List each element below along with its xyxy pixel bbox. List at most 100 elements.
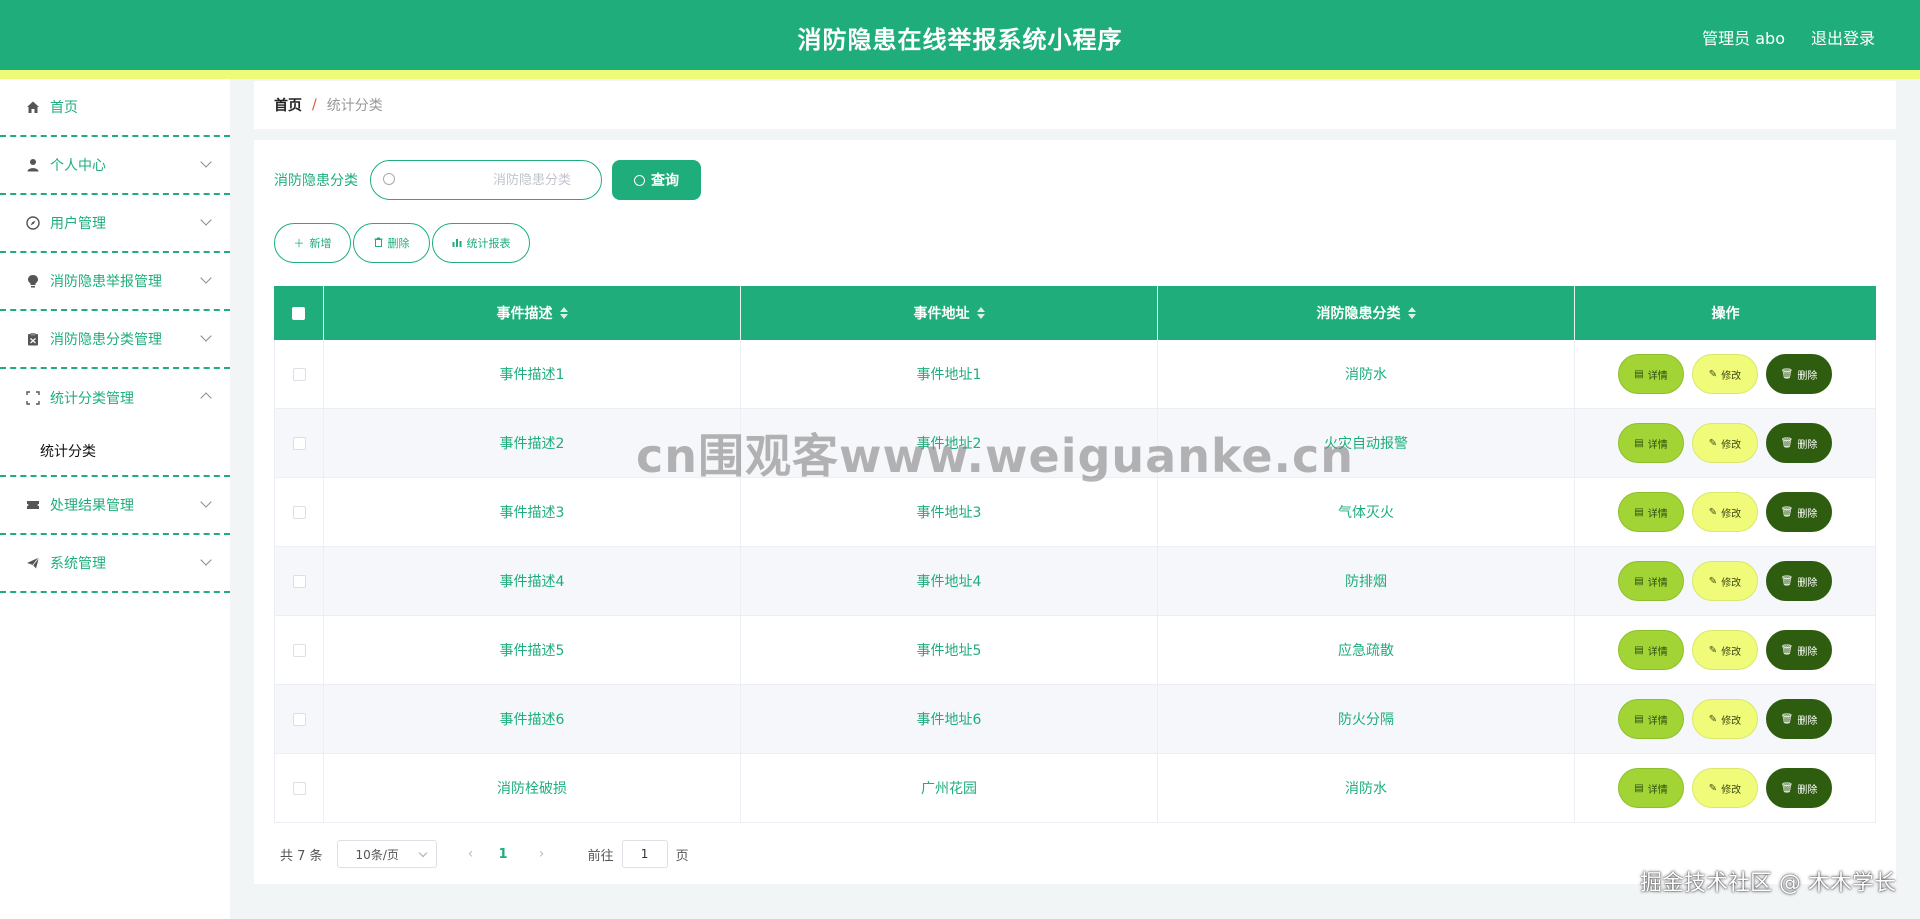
detail-button[interactable]: ▤ 详情 [1618, 768, 1684, 808]
cell-text: 事件地址6 [916, 712, 982, 728]
statistics-report-button[interactable]: 统计报表 [432, 223, 530, 263]
document-icon: ▤ [1634, 506, 1644, 518]
edit-button[interactable]: ✎ 修改 [1692, 699, 1758, 739]
sidebar-item-statistics-management[interactable]: 统计分类管理 [0, 369, 230, 427]
query-button[interactable]: 查询 [612, 160, 701, 200]
row-delete-button[interactable]: 🗑 删除 [1766, 354, 1832, 394]
report-button-label: 统计报表 [466, 237, 511, 250]
cell-text: 事件描述2 [499, 436, 565, 452]
home-icon [25, 99, 41, 115]
row-delete-button[interactable]: 🗑 删除 [1766, 630, 1832, 670]
page-number-current[interactable]: 1 [499, 847, 508, 862]
trash-icon: 🗑 [1780, 575, 1794, 587]
cell-text: 事件地址4 [916, 574, 982, 590]
select-all-checkbox[interactable] [292, 306, 305, 320]
goto-page-input[interactable]: 1 [621, 840, 668, 868]
cell-description: 消防栓破损 [324, 754, 741, 822]
edit-button[interactable]: ✎ 修改 [1692, 492, 1758, 532]
row-checkbox[interactable] [292, 643, 306, 657]
row-delete-button-label: 删除 [1797, 508, 1818, 520]
select-all-cell [274, 286, 324, 340]
edit-button-label: 修改 [1721, 577, 1742, 589]
breadcrumb: 首页 / 统计分类 [254, 81, 1896, 129]
edit-button[interactable]: ✎ 修改 [1692, 423, 1758, 463]
detail-button[interactable]: ▤ 详情 [1618, 492, 1684, 532]
next-page-icon[interactable]: › [532, 846, 552, 862]
detail-button[interactable]: ▤ 详情 [1618, 561, 1684, 601]
search-input[interactable] [371, 172, 601, 188]
row-delete-button[interactable]: 🗑 删除 [1766, 699, 1832, 739]
row-checkbox[interactable] [292, 367, 306, 381]
detail-button[interactable]: ▤ 详情 [1618, 354, 1684, 394]
clipboard-icon [25, 331, 41, 347]
detail-button[interactable]: ▤ 详情 [1618, 699, 1684, 739]
row-checkbox[interactable] [292, 574, 306, 588]
row-delete-button[interactable]: 🗑 删除 [1766, 492, 1832, 532]
prev-page-icon[interactable]: ‹ [461, 846, 481, 862]
sidebar-item-label: 消防隐患分类管理 [50, 332, 162, 348]
edit-button[interactable]: ✎ 修改 [1692, 768, 1758, 808]
row-checkbox[interactable] [292, 712, 306, 726]
sort-icon[interactable] [559, 307, 568, 319]
row-delete-button[interactable]: 🗑 删除 [1766, 561, 1832, 601]
column-header-label: 事件地址 [913, 306, 970, 322]
compass-icon [25, 215, 41, 231]
logout-link[interactable]: 退出登录 [1811, 25, 1875, 49]
search-label: 消防隐患分类 [274, 173, 358, 189]
row-delete-button[interactable]: 🗑 删除 [1766, 423, 1832, 463]
chevron-down-icon [200, 272, 212, 284]
row-checkbox[interactable] [292, 436, 306, 450]
column-header-category[interactable]: 消防隐患分类 [1158, 286, 1575, 340]
pagination: 共 7 条 10条/页 ‹ 1 › 前往 1 页 [280, 840, 689, 868]
detail-button[interactable]: ▤ 详情 [1618, 630, 1684, 670]
column-header-label: 消防隐患分类 [1316, 306, 1401, 322]
action-toolbar: ＋ 新增 删除 统计报表 [274, 223, 532, 263]
sidebar-item-report-management[interactable]: 消防隐患举报管理 [0, 253, 230, 311]
row-checkbox[interactable] [292, 505, 306, 519]
search-field[interactable] [370, 160, 602, 200]
sidebar-item-category-management[interactable]: 消防隐患分类管理 [0, 311, 230, 369]
cell-text: 事件描述3 [499, 505, 565, 521]
sidebar-item-result-management[interactable]: 处理结果管理 [0, 477, 230, 535]
table-row: 消防栓破损 广州花园 消防水 ▤ 详情 ✎ 修改 🗑 删除 [274, 754, 1876, 823]
row-select-cell [274, 754, 324, 822]
sort-icon[interactable] [976, 307, 985, 319]
sidebar: 首页 个人中心 用户管理 消防隐患举报管理 消防隐患分类管理 统计分类管理 统计… [0, 79, 230, 919]
sidebar-item-home[interactable]: 首页 [0, 79, 230, 137]
cell-operations: ▤ 详情 ✎ 修改 🗑 删除 [1575, 754, 1876, 822]
edit-button[interactable]: ✎ 修改 [1692, 354, 1758, 394]
cell-address: 事件地址1 [741, 340, 1158, 408]
page-size-select[interactable]: 10条/页 [336, 840, 437, 868]
cell-text: 事件描述6 [499, 712, 565, 728]
sidebar-item-personal-center[interactable]: 个人中心 [0, 137, 230, 195]
trash-icon: 🗑 [1780, 506, 1794, 518]
corner-watermark: 掘金技术社区 @ 木木学长 [1640, 871, 1896, 896]
row-delete-button[interactable]: 🗑 删除 [1766, 768, 1832, 808]
add-button[interactable]: ＋ 新增 [274, 223, 351, 263]
cell-address: 事件地址5 [741, 616, 1158, 684]
user-area: 管理员 abo 退出登录 [1702, 25, 1875, 49]
trash-icon: 🗑 [1780, 782, 1794, 794]
detail-button[interactable]: ▤ 详情 [1618, 423, 1684, 463]
sidebar-item-user-management[interactable]: 用户管理 [0, 195, 230, 253]
cell-address: 事件地址6 [741, 685, 1158, 753]
column-header-address[interactable]: 事件地址 [741, 286, 1158, 340]
breadcrumb-home[interactable]: 首页 [274, 95, 302, 115]
table-row: 事件描述4 事件地址4 防排烟 ▤ 详情 ✎ 修改 🗑 删除 [274, 547, 1876, 616]
row-checkbox[interactable] [292, 781, 306, 795]
scan-icon [25, 390, 41, 406]
sort-icon[interactable] [1407, 307, 1416, 319]
edit-button[interactable]: ✎ 修改 [1692, 630, 1758, 670]
edit-button-label: 修改 [1721, 784, 1742, 796]
sidebar-item-label: 处理结果管理 [50, 498, 134, 514]
cell-description: 事件描述4 [324, 547, 741, 615]
sidebar-item-system-management[interactable]: 系统管理 [0, 535, 230, 593]
batch-delete-button[interactable]: 删除 [353, 223, 430, 263]
row-delete-button-label: 删除 [1797, 784, 1818, 796]
edit-button[interactable]: ✎ 修改 [1692, 561, 1758, 601]
edit-button-label: 修改 [1721, 508, 1742, 520]
submenu-item-statistics-category[interactable]: 统计分类 [0, 427, 230, 477]
cell-text: 气体灭火 [1338, 505, 1394, 521]
cell-text: 事件地址5 [916, 643, 982, 659]
column-header-description[interactable]: 事件描述 [324, 286, 741, 340]
